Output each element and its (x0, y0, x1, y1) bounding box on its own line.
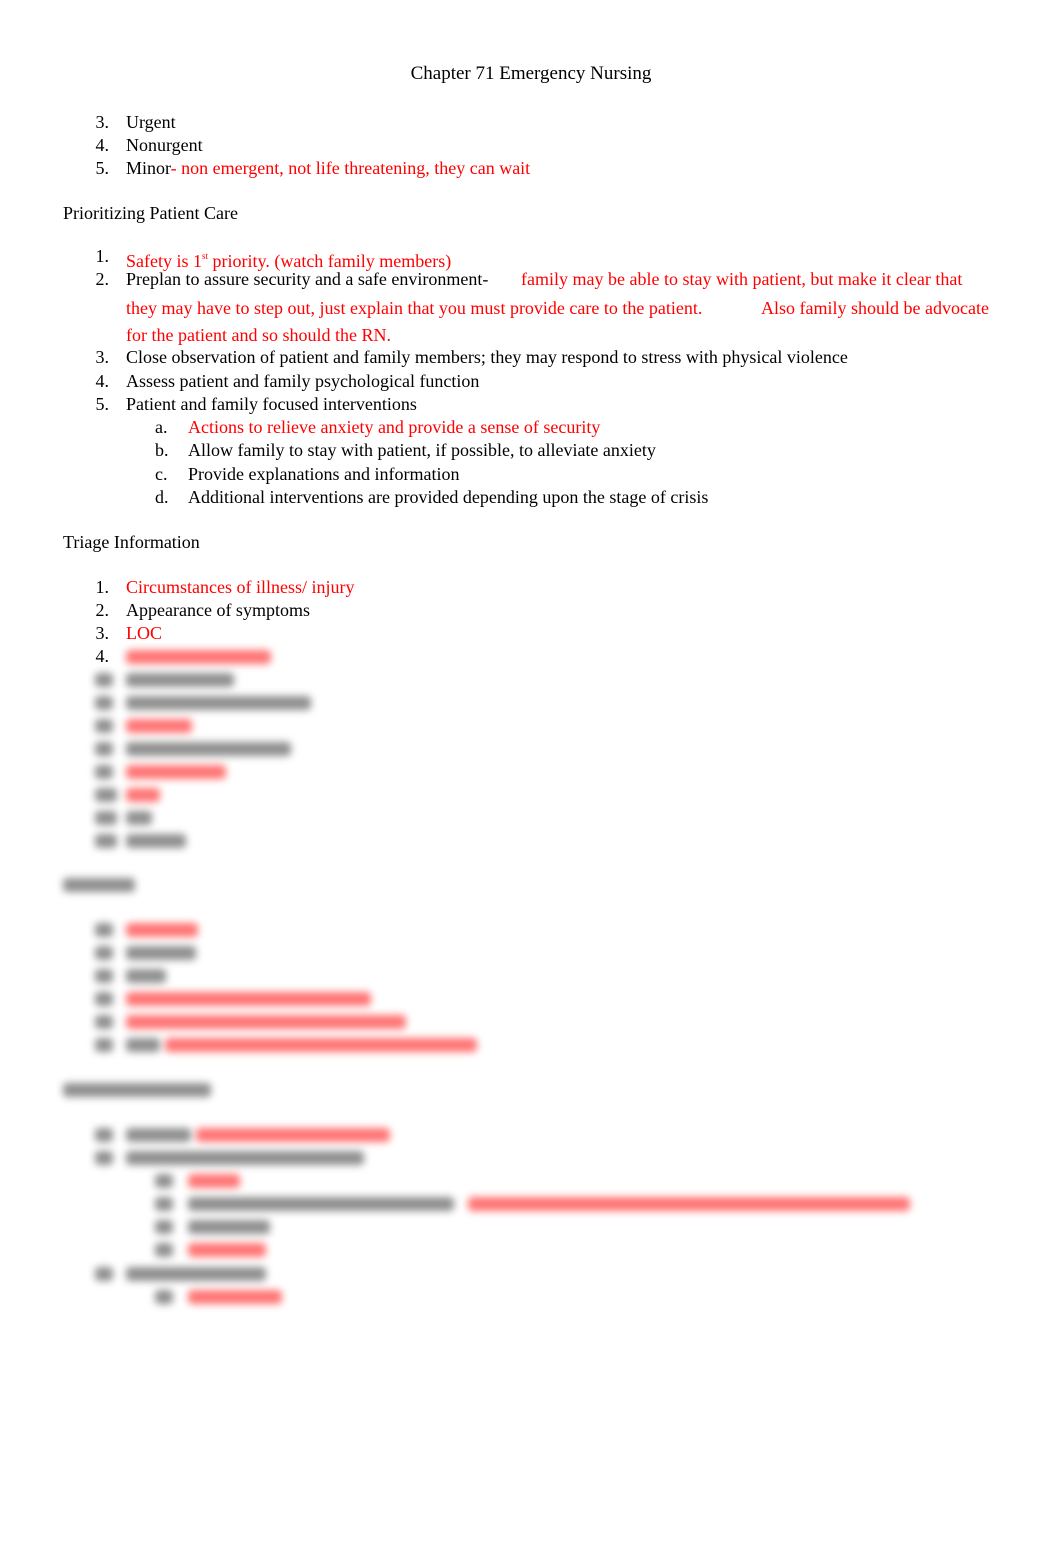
item-text: Actions to relieve anxiety and provide a… (188, 417, 601, 437)
blurred-line (155, 1220, 173, 1234)
item-text: LOC (126, 623, 162, 643)
blurred-line (196, 1128, 390, 1142)
blurred-line (155, 1174, 173, 1188)
item-text: Preplan to assure security and a safe en… (126, 269, 489, 289)
item-number: 5. (95, 394, 110, 414)
blurred-line (155, 1243, 173, 1257)
blurred-line (95, 1015, 113, 1029)
item-number: 2. (95, 600, 110, 620)
item-note: family may be able to stay with patient,… (521, 269, 963, 289)
blurred-line (126, 969, 166, 983)
blurred-line (95, 696, 113, 710)
item-text: Provide explanations and information (188, 464, 460, 484)
blurred-line (126, 673, 234, 687)
item-text: Nonurgent (126, 135, 203, 155)
item-number: 1. (95, 246, 110, 266)
blurred-line (95, 1038, 113, 1052)
blurred-line (126, 765, 226, 779)
blurred-line (155, 1197, 173, 1211)
blurred-line (95, 923, 113, 937)
blurred-line (95, 719, 113, 733)
blurred-line (95, 946, 113, 960)
item-number: c. (155, 464, 168, 484)
blurred-line (126, 1151, 364, 1165)
item-number: 2. (95, 269, 110, 289)
blurred-line (188, 1174, 240, 1188)
item-text: Urgent (126, 112, 176, 132)
blurred-line (126, 719, 192, 733)
document-title: Chapter 71 Emergency Nursing (410, 63, 652, 84)
blurred-line (95, 673, 113, 687)
item-text: Appearance of symptoms (126, 600, 310, 620)
item-number: 4. (95, 371, 110, 391)
blurred-line (126, 788, 160, 802)
item-number: 5. (95, 158, 110, 178)
item-note: for the patient and so should the RN. (126, 325, 391, 345)
item-note: they may have to step out, just explain … (126, 298, 703, 318)
item-number: 3. (95, 347, 110, 367)
section-heading: Triage Information (63, 532, 200, 552)
blurred-line (95, 742, 113, 756)
blurred-line (95, 1128, 113, 1142)
item-text: Additional interventions are provided de… (188, 487, 709, 507)
item-number: 4. (95, 135, 110, 155)
blurred-line (188, 1243, 266, 1257)
blurred-line (126, 1267, 266, 1281)
blurred-line (95, 811, 117, 825)
blurred-line (95, 992, 113, 1006)
item-number: 4. (95, 646, 110, 666)
blurred-line (95, 1151, 113, 1165)
blurred-line (126, 923, 198, 937)
item-note: Also family should be advocate (761, 298, 989, 318)
item-number: d. (155, 487, 169, 507)
blurred-line (95, 788, 117, 802)
blurred-line (95, 765, 113, 779)
item-number: 3. (95, 112, 110, 132)
item-number: 1. (95, 577, 110, 597)
blurred-line (126, 650, 271, 664)
blurred-line (165, 1038, 477, 1052)
item-number: a. (155, 417, 168, 437)
blurred-line (126, 1128, 191, 1142)
blurred-line (155, 1290, 173, 1304)
blurred-heading (63, 878, 135, 892)
item-note: - non emergent, not life threatening, th… (170, 158, 531, 178)
blurred-line (126, 834, 186, 848)
blurred-line (126, 696, 311, 710)
blurred-heading (63, 1083, 211, 1097)
blurred-line (126, 946, 196, 960)
item-text: Assess patient and family psychological … (126, 371, 480, 391)
blurred-line (126, 1015, 406, 1029)
item-text: Close observation of patient and family … (126, 347, 848, 367)
item-text: Minor (126, 158, 171, 178)
blurred-line (188, 1290, 282, 1304)
blurred-line (126, 992, 371, 1006)
blurred-line (188, 1197, 454, 1211)
blurred-line (468, 1197, 910, 1211)
blurred-line (188, 1220, 270, 1234)
item-text: Patient and family focused interventions (126, 394, 417, 414)
item-number: b. (155, 440, 169, 460)
blurred-line (126, 1038, 160, 1052)
blurred-line (126, 742, 291, 756)
blurred-line (95, 834, 117, 848)
item-text: Circumstances of illness/ injury (126, 577, 355, 597)
item-text: Allow family to stay with patient, if po… (188, 440, 656, 460)
item-number: 3. (95, 623, 110, 643)
blurred-line (126, 811, 152, 825)
blurred-line (95, 1267, 113, 1281)
section-heading: Prioritizing Patient Care (63, 203, 238, 223)
blurred-line (95, 969, 113, 983)
